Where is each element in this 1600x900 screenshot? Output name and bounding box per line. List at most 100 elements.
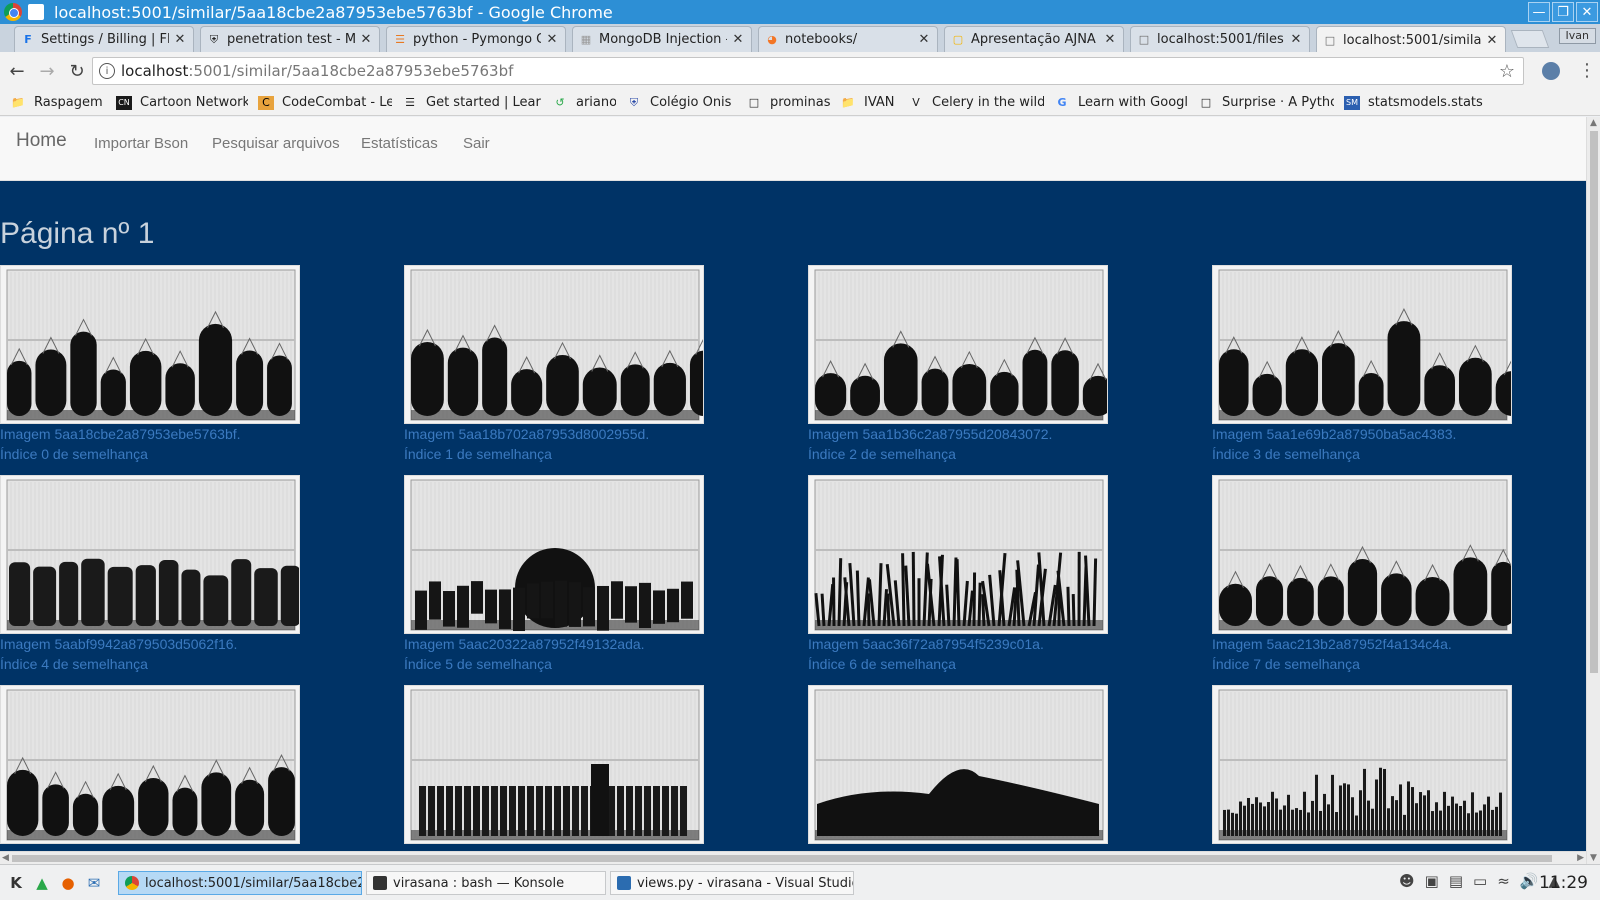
bookmark-learn-with-google[interactable]: G Learn with Google xyxy=(1054,95,1188,110)
result-image-id-link[interactable]: Imagem 5aa1b36c2a87955d20843072. xyxy=(808,424,1108,444)
task-konsole[interactable]: virasana : bash — Konsole xyxy=(366,871,606,895)
result-card[interactable]: Imagem 5aac213b2a87952f4a134c4a. Índice 7… xyxy=(1212,475,1512,674)
xray-thumbnail-image[interactable] xyxy=(404,265,704,424)
task-chrome[interactable]: localhost:5001/similar/5aa18cbe2a xyxy=(118,871,362,895)
close-tab-icon[interactable]: ✕ xyxy=(545,32,559,47)
tab-notebooks[interactable]: ◕ notebooks/ ✕ xyxy=(758,26,938,52)
result-card[interactable]: Imagem 5aa18b702a87953d8002955d. Índice 1… xyxy=(404,265,704,464)
nav-home-link[interactable]: Home xyxy=(16,130,67,152)
xray-thumbnail-image[interactable] xyxy=(0,475,300,634)
bookmark-surprise[interactable]: □ Surprise · A Pytho xyxy=(1198,95,1334,110)
result-image-id-link[interactable]: Imagem 5aa18cbe2a87953ebe5763bf. xyxy=(0,424,300,444)
result-image-id-link[interactable]: Imagem 5aa1e69b2a87950ba5ac4383. xyxy=(1212,424,1512,444)
nav-sair[interactable]: Sair xyxy=(463,135,490,152)
app-launcher-icon[interactable]: K xyxy=(6,873,26,893)
screenshot-icon[interactable]: ▣ xyxy=(1425,872,1439,890)
result-similarity-index[interactable]: Índice 4 de semelhança xyxy=(0,654,300,674)
xray-thumbnail-image[interactable] xyxy=(1212,685,1512,844)
xray-thumbnail-image[interactable] xyxy=(1212,265,1512,424)
close-tab-icon[interactable]: ✕ xyxy=(1103,32,1117,47)
clipboard-icon[interactable]: ▤ xyxy=(1449,872,1463,890)
user-icon[interactable]: ☻ xyxy=(1399,872,1415,890)
address-bar[interactable]: i localhost :5001/similar/5aa18cbe2a8795… xyxy=(92,57,1524,85)
site-info-icon[interactable]: i xyxy=(99,63,115,79)
close-tab-icon[interactable]: ✕ xyxy=(731,32,745,47)
plasma-icon[interactable]: ▲ xyxy=(32,873,52,893)
result-card[interactable]: Imagem 5aa18cbe2a87953ebe5763bf. Índice 0… xyxy=(0,265,300,464)
close-tab-icon[interactable]: ✕ xyxy=(1289,32,1303,47)
close-tab-icon[interactable]: ✕ xyxy=(1485,33,1499,48)
extension-icon[interactable] xyxy=(1542,62,1560,80)
bookmark-prominas[interactable]: □ prominas xyxy=(746,95,830,110)
result-card[interactable]: Imagem 5aac36f72a87954f5239c01a. Índice 6… xyxy=(808,475,1108,674)
xray-thumbnail-image[interactable] xyxy=(808,685,1108,844)
tab-mongodb-injection[interactable]: ▦ MongoDB Injection - ✕ xyxy=(572,26,752,52)
tab-localhost-similar[interactable]: □ localhost:5001/similar ✕ xyxy=(1316,26,1506,53)
bookmark-colegio-onis[interactable]: ⛨ Colégio Onis xyxy=(626,95,736,110)
result-similarity-index[interactable]: Índice 6 de semelhança xyxy=(808,654,1108,674)
profile-button[interactable]: Ivan xyxy=(1558,28,1596,44)
maximize-button[interactable]: ❐ xyxy=(1552,2,1574,22)
tab-apresentacao-ajna[interactable]: ▢ Apresentação AJNA ✕ xyxy=(944,26,1124,52)
forward-arrow-icon[interactable]: → xyxy=(34,58,60,84)
xray-thumbnail-image[interactable] xyxy=(808,475,1108,634)
close-window-button[interactable]: ✕ xyxy=(1576,2,1598,22)
result-card[interactable]: Imagem 5aa1b36c2a87955d20843072. Índice 2… xyxy=(808,265,1108,464)
result-card[interactable] xyxy=(808,685,1108,844)
new-tab-button[interactable] xyxy=(1510,30,1550,48)
xray-thumbnail-image[interactable] xyxy=(404,685,704,844)
vertical-scroll-thumb[interactable] xyxy=(1590,131,1598,673)
horizontal-scrollbar[interactable]: ◀ ▶ xyxy=(0,851,1586,864)
tab-pymongo[interactable]: ☰ python - Pymongo O ✕ xyxy=(386,26,566,52)
volume-icon[interactable]: 🔊 xyxy=(1520,872,1539,890)
battery-icon[interactable]: ▭ xyxy=(1473,872,1487,890)
bookmark-raspagem[interactable]: 📁 Raspagem xyxy=(10,95,106,110)
xray-thumbnail-image[interactable] xyxy=(808,265,1108,424)
clock[interactable]: 11:29 xyxy=(1539,873,1588,893)
nav-importar-bson[interactable]: Importar Bson xyxy=(94,135,188,152)
bookmark-ivan[interactable]: 📁 IVAN xyxy=(840,95,898,110)
scroll-left-icon[interactable]: ◀ xyxy=(2,853,9,863)
result-image-id-link[interactable]: Imagem 5aac213b2a87952f4a134c4a. xyxy=(1212,634,1512,654)
result-similarity-index[interactable]: Índice 0 de semelhança xyxy=(0,444,300,464)
tab-penetration-test[interactable]: ⛨ penetration test - Mo ✕ xyxy=(200,26,380,52)
bookmark-cartoon-network[interactable]: CN Cartoon Network xyxy=(116,95,248,110)
xray-thumbnail-image[interactable] xyxy=(0,265,300,424)
vertical-scrollbar[interactable]: ▲ ▼ xyxy=(1586,117,1600,864)
reload-icon[interactable]: ↻ xyxy=(64,58,90,84)
result-similarity-index[interactable]: Índice 2 de semelhança xyxy=(808,444,1108,464)
back-arrow-icon[interactable]: ← xyxy=(4,58,30,84)
result-image-id-link[interactable]: Imagem 5aa18b702a87953d8002955d. xyxy=(404,424,704,444)
close-tab-icon[interactable]: ✕ xyxy=(917,32,931,47)
bookmark-star-icon[interactable]: ☆ xyxy=(1499,61,1515,82)
bookmark-celery[interactable]: V Celery in the wild: xyxy=(908,95,1044,110)
bookmark-ariano[interactable]: ↺ ariano xyxy=(552,95,616,110)
xray-thumbnail-image[interactable] xyxy=(0,685,300,844)
result-image-id-link[interactable]: Imagem 5aabf9942a879503d5062f16. xyxy=(0,634,300,654)
nav-estatisticas[interactable]: Estatísticas xyxy=(361,135,438,152)
result-card[interactable] xyxy=(404,685,704,844)
result-similarity-index[interactable]: Índice 7 de semelhança xyxy=(1212,654,1512,674)
bookmark-statsmodels[interactable]: SM statsmodels.stats xyxy=(1344,95,1488,110)
scroll-down-icon[interactable]: ▼ xyxy=(1590,853,1597,863)
result-card[interactable] xyxy=(1212,685,1512,844)
nav-pesquisar-arquivos[interactable]: Pesquisar arquivos xyxy=(212,135,340,152)
window-menu-icon[interactable] xyxy=(28,4,44,20)
result-card[interactable]: Imagem 5aac20322a87952f49132ada. Índice 5… xyxy=(404,475,704,674)
result-image-id-link[interactable]: Imagem 5aac36f72a87954f5239c01a. xyxy=(808,634,1108,654)
browser-menu-icon[interactable]: ⋮ xyxy=(1578,60,1596,81)
xray-thumbnail-image[interactable] xyxy=(404,475,704,634)
result-card[interactable]: Imagem 5aa1e69b2a87950ba5ac4383. Índice 3… xyxy=(1212,265,1512,464)
tab-settings-billing[interactable]: F Settings / Billing | Flo ✕ xyxy=(14,26,194,52)
result-similarity-index[interactable]: Índice 5 de semelhança xyxy=(404,654,704,674)
close-tab-icon[interactable]: ✕ xyxy=(359,32,373,47)
result-card[interactable] xyxy=(0,685,300,844)
result-similarity-index[interactable]: Índice 1 de semelhança xyxy=(404,444,704,464)
scroll-up-icon[interactable]: ▲ xyxy=(1590,118,1597,128)
close-tab-icon[interactable]: ✕ xyxy=(173,32,187,47)
scroll-right-icon[interactable]: ▶ xyxy=(1577,853,1584,863)
mail-icon[interactable]: ✉ xyxy=(84,873,104,893)
wifi-icon[interactable]: ≈ xyxy=(1497,872,1510,890)
bookmark-get-started[interactable]: ☰ Get started | Lear xyxy=(402,95,542,110)
result-image-id-link[interactable]: Imagem 5aac20322a87952f49132ada. xyxy=(404,634,704,654)
